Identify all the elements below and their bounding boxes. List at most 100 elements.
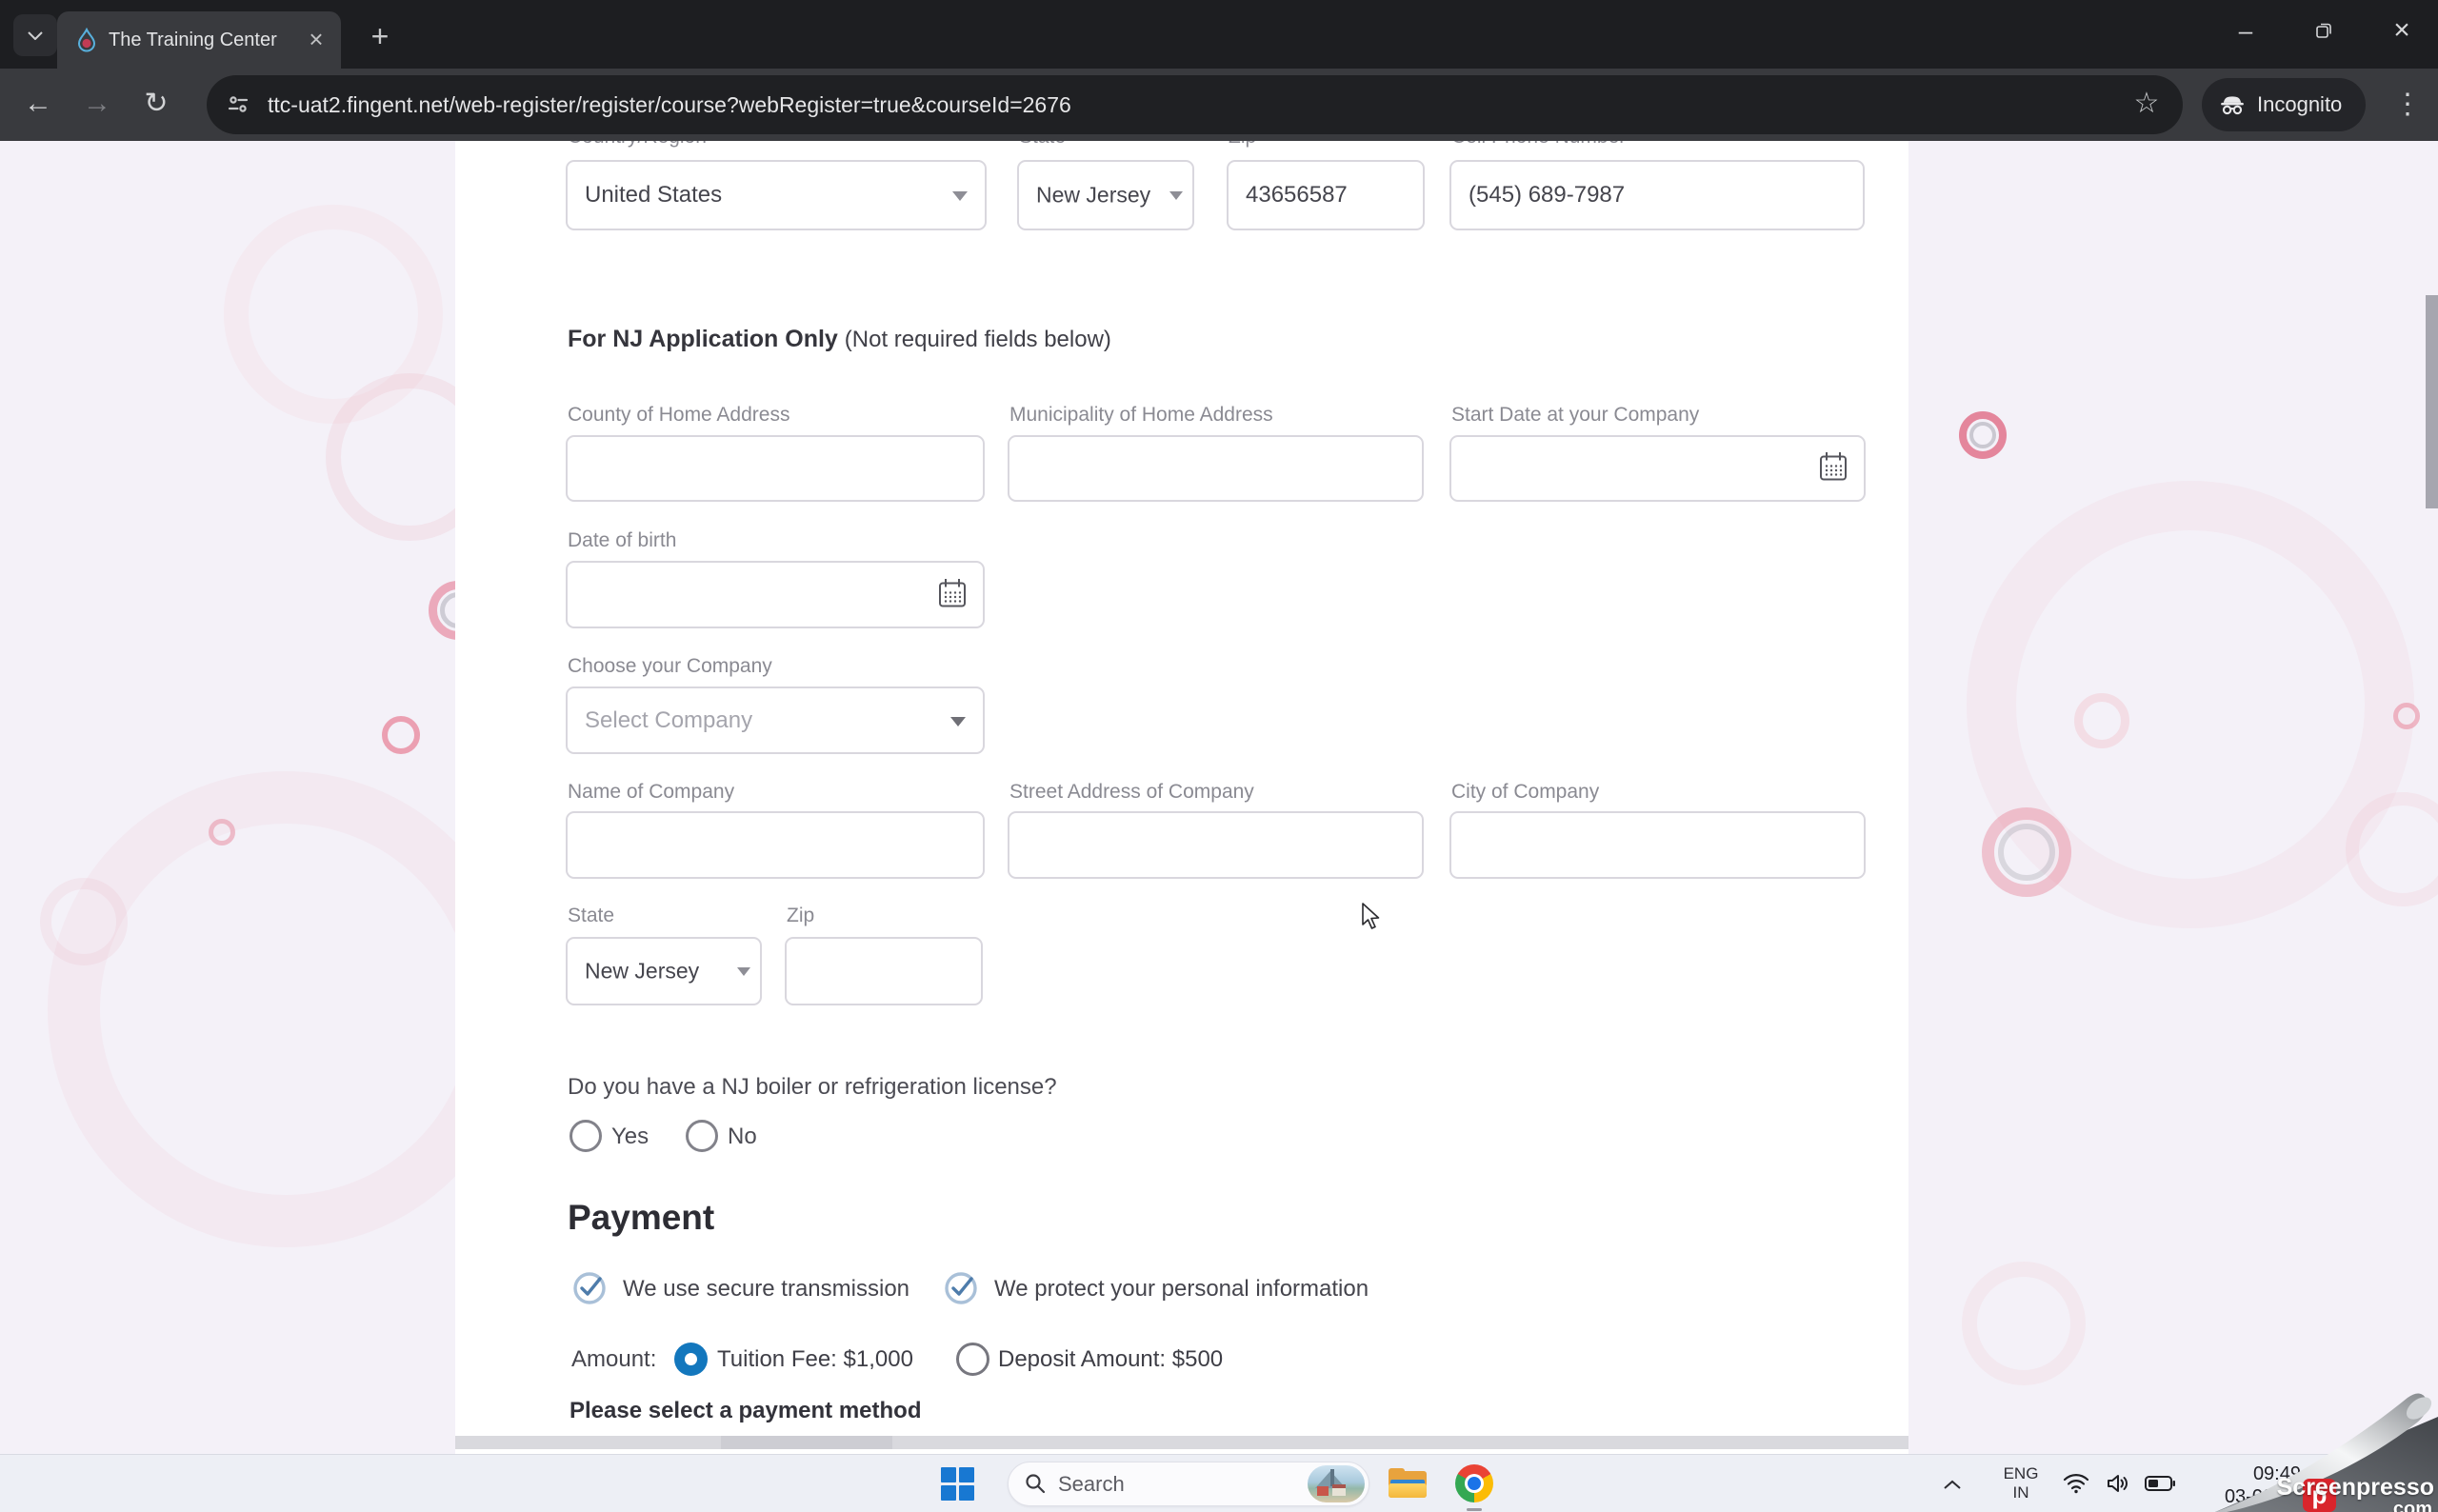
new-tab-button[interactable]: + <box>358 15 402 59</box>
zip-value: 43656587 <box>1246 182 1348 208</box>
check-circle-icon <box>943 1270 979 1311</box>
license-no-radio[interactable] <box>686 1120 718 1152</box>
site-info-icon[interactable] <box>226 92 250 122</box>
chevron-down-icon <box>952 191 968 201</box>
screen: Country/Region State Zip Cell Phone Numb… <box>0 0 2438 1512</box>
decor-ring <box>1969 422 1996 448</box>
active-app-indicator <box>1467 1508 1482 1511</box>
decor-ring <box>48 771 524 1247</box>
start-button[interactable] <box>941 1467 975 1502</box>
company-city-input[interactable] <box>1449 811 1866 879</box>
tab-search-button[interactable] <box>13 14 57 56</box>
calendar-icon[interactable] <box>935 575 969 614</box>
url-text[interactable]: ttc-uat2.fingent.net/web-register/regist… <box>268 75 1071 134</box>
window-minimize-button[interactable]: – <box>2217 0 2274 61</box>
active-tab[interactable]: The Training Center × <box>57 11 341 69</box>
incognito-badge: Incognito <box>2202 78 2366 131</box>
municipality-input[interactable] <box>1008 435 1424 502</box>
wifi-icon[interactable] <box>2063 1472 2089 1500</box>
browser-chrome: The Training Center × + – × ← → ↻ ttc-ua… <box>0 0 2438 141</box>
screenpresso-brand: Screenpresso <box>2276 1474 2434 1501</box>
cell-phone-value: (545) 689-7987 <box>1469 182 1626 208</box>
taskbar: Search ENG IN 09:49 03-09-20 <box>0 1454 2438 1512</box>
license-yes-label[interactable]: Yes <box>611 1124 649 1150</box>
company-street-input[interactable] <box>1008 811 1424 879</box>
chevron-down-icon <box>950 716 966 726</box>
search-highlight-image[interactable] <box>1308 1465 1365 1502</box>
nj-section-heading: For NJ Application Only (Not required fi… <box>568 326 1111 353</box>
deposit-radio[interactable] <box>956 1343 989 1376</box>
protect-info-text: We protect your personal information <box>994 1276 1369 1302</box>
payment-method-bar-segment <box>721 1436 892 1449</box>
browser-menu-button[interactable]: ⋮ <box>2387 75 2428 134</box>
tab-title: The Training Center <box>109 30 277 50</box>
decor-ring <box>2393 703 2420 729</box>
nj-section-title: For NJ Application Only <box>568 326 838 352</box>
incognito-icon <box>2219 94 2246 120</box>
chevron-down-icon <box>28 30 43 40</box>
incognito-label: Incognito <box>2257 92 2343 116</box>
tuition-fee-label[interactable]: Tuition Fee: $1,000 <box>717 1346 913 1373</box>
company-state-select[interactable]: New Jersey <box>566 937 762 1005</box>
deposit-label[interactable]: Deposit Amount: $500 <box>998 1346 1223 1373</box>
payment-heading: Payment <box>568 1198 715 1237</box>
chevron-down-icon <box>1169 191 1183 200</box>
choose-company-label: Choose your Company <box>568 655 772 677</box>
company-select-placeholder: Select Company <box>585 706 753 733</box>
window-restore-button[interactable] <box>2295 0 2352 61</box>
amount-label: Amount: <box>571 1346 657 1372</box>
license-no-label[interactable]: No <box>728 1124 757 1150</box>
window-close-button[interactable]: × <box>2373 0 2430 61</box>
file-explorer-icon[interactable] <box>1389 1468 1427 1500</box>
calendar-icon[interactable] <box>1816 449 1850 488</box>
cell-phone-input[interactable]: (545) 689-7987 <box>1449 160 1865 230</box>
taskbar-search[interactable]: Search <box>1008 1462 1369 1506</box>
battery-icon[interactable] <box>2145 1475 2176 1497</box>
state-select[interactable]: New Jersey <box>1017 160 1194 230</box>
volume-icon[interactable] <box>2105 1472 2131 1500</box>
reload-button[interactable]: ↻ <box>135 69 177 141</box>
dob-input[interactable] <box>566 561 985 628</box>
screenpresso-suffix: .com <box>2388 1499 2432 1512</box>
municipality-label: Municipality of Home Address <box>1009 404 1273 426</box>
browser-toolbar: ← → ↻ ttc-uat2.fingent.net/web-register/… <box>0 69 2438 141</box>
search-placeholder: Search <box>1058 1472 1125 1496</box>
tab-strip: The Training Center × + – × <box>0 0 2438 69</box>
language-line2: IN <box>2012 1483 2029 1502</box>
decor-ring <box>2074 693 2129 748</box>
address-bar[interactable]: ttc-uat2.fingent.net/web-register/regist… <box>207 75 2183 134</box>
tuition-fee-radio[interactable] <box>674 1343 708 1376</box>
payment-method-bar[interactable] <box>455 1436 1908 1449</box>
company-name-input[interactable] <box>566 811 985 879</box>
nj-section-subtitle: (Not required fields below) <box>844 327 1111 352</box>
zip-input[interactable]: 43656587 <box>1227 160 1425 230</box>
bookmark-star-icon[interactable]: ☆ <box>2126 75 2168 132</box>
decor-ring <box>382 716 420 754</box>
back-button[interactable]: ← <box>17 69 59 141</box>
language-indicator[interactable]: ENG IN <box>1998 1464 2044 1502</box>
scrollbar-thumb[interactable] <box>2426 295 2438 508</box>
country-select[interactable]: United States <box>566 160 987 230</box>
company-street-label: Street Address of Company <box>1009 781 1254 803</box>
company-state-value: New Jersey <box>585 958 700 984</box>
company-name-label: Name of Company <box>568 781 735 803</box>
company-select[interactable]: Select Company <box>566 686 985 754</box>
payment-method-prompt: Please select a payment method <box>570 1398 922 1423</box>
tray-chevron-up-icon[interactable] <box>1943 1478 1962 1495</box>
tab-close-icon[interactable]: × <box>295 11 337 67</box>
site-favicon-icon <box>74 27 99 57</box>
chrome-icon[interactable] <box>1455 1464 1493 1502</box>
company-zip-label: Zip <box>787 905 815 926</box>
forward-button[interactable]: → <box>76 69 118 141</box>
start-date-label: Start Date at your Company <box>1451 404 1700 426</box>
license-question: Do you have a NJ boiler or refrigeration… <box>568 1074 1057 1100</box>
secure-transmission-text: We use secure transmission <box>623 1276 910 1302</box>
county-input[interactable] <box>566 435 985 502</box>
chevron-down-icon <box>737 967 750 976</box>
start-date-input[interactable] <box>1449 435 1866 502</box>
county-label: County of Home Address <box>568 404 790 426</box>
license-yes-radio[interactable] <box>570 1120 602 1152</box>
company-zip-input[interactable] <box>785 937 983 1005</box>
country-value: United States <box>585 182 723 208</box>
state-value: New Jersey <box>1036 182 1151 208</box>
